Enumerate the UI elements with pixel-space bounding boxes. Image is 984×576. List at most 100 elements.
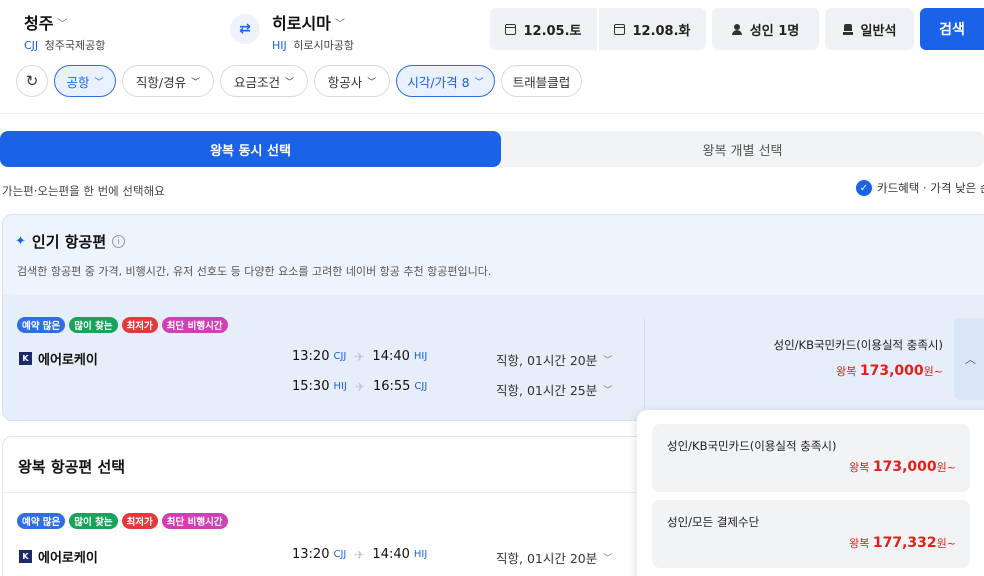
origin-selector[interactable]: 청주 ﹀ CJJ 청주국제공항 xyxy=(24,10,105,53)
filter-label: 시각/가격 8 xyxy=(407,74,470,90)
chevron-down-icon: ﹀ xyxy=(367,77,377,88)
badge-shortest-time: 최단 비행시간 xyxy=(161,317,228,333)
destination-city-row: 히로시마 ﹀ xyxy=(272,10,354,34)
badge-group: 예약 많은 많이 찾는 최저가 최단 비행시간 xyxy=(17,513,228,529)
origin-city-row: 청주 ﹀ xyxy=(24,10,105,34)
price-options-popup: 성인/KB국민카드(이용실적 충족시) 왕복 173,000원~ 성인/모든 결… xyxy=(637,410,984,576)
price-prefix: 왕복 xyxy=(849,537,870,550)
dep-code: HIJ xyxy=(333,381,347,392)
cabin-button[interactable]: 일반석 xyxy=(825,8,914,50)
badge-lowest-price: 최저가 xyxy=(121,317,158,333)
badge-most-searched: 많이 찾는 xyxy=(69,513,118,529)
price-value: 177,332 xyxy=(872,535,937,551)
origin-code: CJJ xyxy=(24,39,39,52)
destination-code: HIJ xyxy=(272,39,287,52)
chevron-down-icon: ﹀ xyxy=(603,386,613,396)
filter-airline[interactable]: 항공사 ﹀ xyxy=(314,65,390,97)
popular-header: ✦ 인기 항공편 i xyxy=(15,231,126,252)
airline: K 에어로케이 xyxy=(19,547,98,566)
tab-roundtrip-separate[interactable]: 왕복 개별 선택 xyxy=(501,131,984,167)
chevron-down-icon: ﹀ xyxy=(334,18,345,30)
search-button[interactable]: 검색 xyxy=(920,8,984,50)
outbound-duration[interactable]: 직항, 01시간 20분 ﹀ xyxy=(496,350,612,369)
price-option-amount: 왕복 173,000원~ xyxy=(849,459,956,475)
dep-time: 15:30 xyxy=(292,379,330,394)
badge-shortest-time: 최단 비행시간 xyxy=(161,513,228,529)
price-condition: 성인/KB국민카드(이용실적 충족시) xyxy=(773,338,943,352)
price-suffix: 원~ xyxy=(923,365,943,378)
recommend-icon: ✦ xyxy=(15,234,26,249)
filter-label: 요금조건 xyxy=(233,74,280,90)
price-option-label: 성인/모든 결제수단 xyxy=(667,515,760,529)
cabin-label: 일반석 xyxy=(860,23,897,39)
info-icon[interactable]: i xyxy=(112,235,126,248)
filter-travel-club[interactable]: 트래블클럽 xyxy=(501,65,582,97)
badge-group: 예약 많은 많이 찾는 최저가 최단 비행시간 xyxy=(17,317,228,333)
passengers-button[interactable]: 성인 1명 xyxy=(712,8,819,50)
swap-route-icon[interactable]: ⇄ xyxy=(230,14,260,44)
outbound-leg: 13:20 CJJ ✈ 14:40 HIJ xyxy=(292,547,427,562)
chevron-down-icon: ﹀ xyxy=(285,77,295,88)
arr-time: 14:40 xyxy=(372,547,410,562)
roundtrip-title: 왕복 항공편 선택 xyxy=(18,458,126,476)
return-date-button[interactable]: 12.08.화 xyxy=(599,8,706,50)
origin-city: 청주 xyxy=(24,14,54,33)
duration-text: 직항, 01시간 20분 xyxy=(496,551,598,566)
selection-tabs: 왕복 동시 선택 왕복 개별 선택 xyxy=(0,131,984,167)
depart-date: 12.05.토 xyxy=(523,23,582,39)
calendar-icon xyxy=(614,23,626,35)
badge-most-booked: 예약 많은 xyxy=(17,513,66,529)
filter-label: 항공사 xyxy=(327,74,363,90)
filter-label: 공항 xyxy=(66,74,90,90)
price-option-amount: 왕복 177,332원~ xyxy=(849,535,956,551)
card-benefit-option[interactable]: ✓ 카드혜택 · 가격 낮은 순 xyxy=(856,180,984,196)
divider xyxy=(644,319,645,409)
return-date: 12.08.화 xyxy=(632,23,691,39)
seat-icon xyxy=(842,23,854,35)
badge-most-booked: 예약 많은 xyxy=(17,317,66,333)
divider xyxy=(0,113,984,114)
collapse-prices-button[interactable]: ︿ xyxy=(954,318,984,400)
depart-date-button[interactable]: 12.05.토 xyxy=(490,8,597,50)
tab-roundtrip-together[interactable]: 왕복 동시 선택 xyxy=(0,131,501,167)
price-suffix: 원~ xyxy=(936,537,956,550)
price-amount: 왕복 173,000원~ xyxy=(774,363,943,379)
price-option-label: 성인/KB국민카드(이용실적 충족시) xyxy=(667,439,837,453)
price-option-all-payment[interactable]: 성인/모든 결제수단 왕복 177,332원~ xyxy=(652,500,970,568)
refresh-icon[interactable]: ↻ xyxy=(16,65,48,97)
popular-title: 인기 항공편 xyxy=(31,233,107,251)
calendar-icon xyxy=(505,23,517,35)
destination-selector[interactable]: 히로시마 ﹀ HIJ 히로시마공항 xyxy=(272,10,354,53)
filter-label: 직항/경유 xyxy=(135,74,187,90)
airline-name: 에어로케이 xyxy=(38,551,98,566)
filter-time-price[interactable]: 시각/가격 8 ﹀ xyxy=(396,65,495,97)
chevron-down-icon: ﹀ xyxy=(191,77,201,88)
origin-airport: 청주국제공항 xyxy=(44,39,106,52)
return-duration[interactable]: 직항, 01시간 25분 ﹀ xyxy=(496,380,612,399)
outbound-duration[interactable]: 직항, 01시간 20분 ﹀ xyxy=(496,548,612,567)
filter-fare[interactable]: 요금조건 ﹀ xyxy=(220,65,308,97)
dep-code: CJJ xyxy=(333,549,347,560)
chevron-up-icon: ︿ xyxy=(965,353,976,366)
arr-time: 16:55 xyxy=(372,379,411,394)
dep-code: CJJ xyxy=(333,351,347,362)
plane-icon: ✈ xyxy=(354,379,365,394)
popular-flights-section: ✦ 인기 항공편 i 검색한 항공편 중 가격, 비행시간, 유저 선호도 등 … xyxy=(2,214,984,421)
filter-airport[interactable]: 공항 ﹀ xyxy=(54,65,116,97)
arr-code: CJJ xyxy=(414,381,428,392)
filter-direct[interactable]: 직항/경유 ﹀ xyxy=(122,65,214,97)
duration-text: 직항, 01시간 25분 xyxy=(496,383,598,398)
price-option-kb-card[interactable]: 성인/KB국민카드(이용실적 충족시) 왕복 173,000원~ xyxy=(652,424,970,492)
check-icon: ✓ xyxy=(856,180,872,196)
airline-logo-icon: K xyxy=(19,550,32,563)
price-prefix: 왕복 xyxy=(849,461,870,474)
price-suffix: 원~ xyxy=(936,461,956,474)
duration-text: 직항, 01시간 20분 xyxy=(496,353,598,368)
dep-time: 13:20 xyxy=(292,349,330,364)
selection-hint: 가는편·오는편을 한 번에 선택해요 xyxy=(2,184,165,198)
arr-code: HIJ xyxy=(413,351,428,362)
return-leg: 15:30 HIJ ✈ 16:55 CJJ xyxy=(292,379,427,394)
chevron-down-icon: ﹀ xyxy=(94,77,104,88)
airline-name: 에어로케이 xyxy=(38,353,98,368)
popular-price: 성인/KB국민카드(이용실적 충족시) 왕복 173,000원~ xyxy=(774,337,943,379)
